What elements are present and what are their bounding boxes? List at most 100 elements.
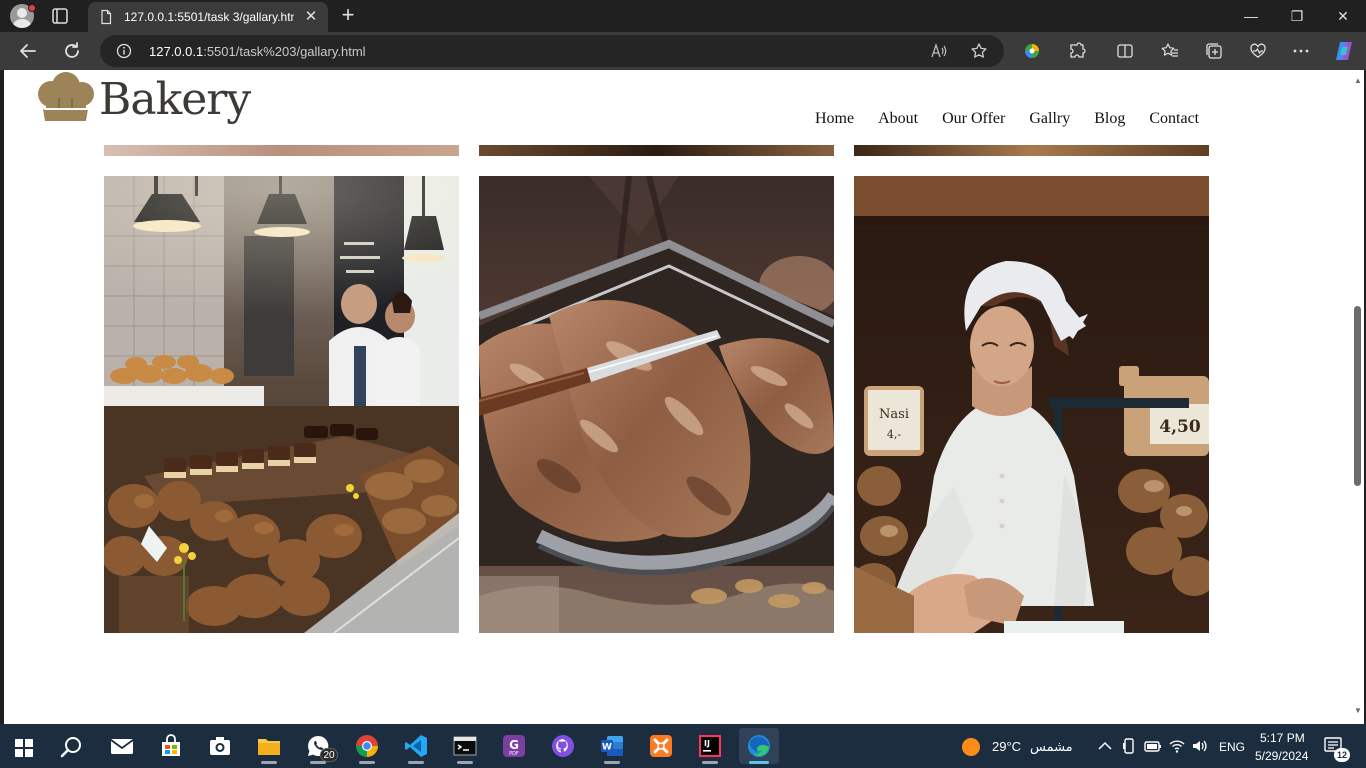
page-scrollbar[interactable]: ▲ ▼ bbox=[1352, 70, 1364, 724]
back-icon[interactable] bbox=[17, 40, 39, 62]
baguettes-tray-photo[interactable] bbox=[479, 176, 834, 633]
intellij-icon: IJ bbox=[699, 735, 721, 757]
split-screen-icon[interactable] bbox=[1115, 41, 1135, 61]
collections-icon[interactable] bbox=[1204, 41, 1224, 61]
taskbar-pdf-app[interactable]: G PDF bbox=[494, 728, 534, 764]
sunny-weather-icon[interactable] bbox=[961, 737, 981, 757]
wifi-icon[interactable] bbox=[1168, 737, 1186, 755]
tab-title: 127.0.0.1:5501/task 3/gallary.html bbox=[124, 10, 294, 24]
browser-toolbar: 127.0.0.1:5501/task%203/gallary.html bbox=[0, 32, 1366, 70]
svg-text:W: W bbox=[602, 743, 612, 753]
gallery-photo-top-center-partial bbox=[479, 144, 834, 156]
restore-icon[interactable]: ❐ bbox=[1274, 0, 1320, 32]
taskbar-file-explorer[interactable] bbox=[249, 728, 289, 764]
xampp-icon bbox=[650, 735, 672, 757]
github-icon bbox=[552, 735, 574, 757]
bakery-shop-photo[interactable] bbox=[104, 176, 459, 633]
taskbar-edge[interactable] bbox=[739, 728, 779, 764]
nav-gallry-link[interactable]: Gallry bbox=[1029, 110, 1070, 128]
favorite-star-icon[interactable] bbox=[970, 42, 988, 60]
nav-home-link[interactable]: Home bbox=[815, 110, 854, 128]
taskbar-terminal[interactable] bbox=[445, 728, 485, 764]
logo-text: Bakery bbox=[99, 74, 251, 125]
copilot-icon[interactable] bbox=[1332, 39, 1356, 63]
address-bar[interactable]: 127.0.0.1:5501/task%203/gallary.html bbox=[100, 35, 1004, 67]
taskbar-store[interactable] bbox=[151, 728, 191, 764]
taskbar-camera[interactable] bbox=[200, 728, 240, 764]
taskbar-mail[interactable] bbox=[102, 728, 142, 764]
svg-text:4,-: 4,- bbox=[887, 428, 901, 441]
svg-text:Nasi: Nasi bbox=[879, 407, 909, 422]
extensions-icon[interactable] bbox=[1067, 41, 1087, 61]
vscode-icon bbox=[405, 735, 427, 757]
refresh-icon[interactable] bbox=[61, 40, 83, 62]
running-indicator bbox=[261, 761, 277, 764]
nav-about-link[interactable]: About bbox=[878, 110, 918, 128]
browser-tabbar: 127.0.0.1:5501/task 3/gallary.html ✕ + —… bbox=[0, 0, 1366, 32]
url-path: :5501/task%203/gallary.html bbox=[203, 44, 366, 59]
edge-icon bbox=[748, 735, 770, 757]
minimize-icon[interactable]: — bbox=[1228, 0, 1274, 32]
running-indicator bbox=[408, 761, 424, 764]
taskbar-xampp[interactable] bbox=[641, 728, 681, 764]
page-icon bbox=[101, 9, 112, 25]
baker-woman-photo[interactable]: Nasi 4,- 4,50 bbox=[854, 176, 1209, 633]
nav-contact-link[interactable]: Contact bbox=[1149, 110, 1199, 128]
running-indicator bbox=[359, 761, 375, 764]
language-indicator[interactable]: ENG bbox=[1219, 740, 1245, 754]
scrollbar-thumb[interactable] bbox=[1354, 306, 1361, 486]
taskbar-github[interactable] bbox=[543, 728, 583, 764]
start-windows-icon[interactable] bbox=[15, 739, 33, 757]
nav-our-offer-link[interactable]: Our Offer bbox=[942, 110, 1005, 128]
show-hidden-icons-chevron-icon[interactable] bbox=[1096, 737, 1114, 755]
new-tab-icon[interactable]: + bbox=[336, 4, 360, 28]
store-icon bbox=[162, 734, 180, 756]
browser-essentials-icon[interactable] bbox=[1248, 41, 1268, 61]
folder-icon bbox=[258, 739, 280, 755]
running-indicator bbox=[604, 761, 620, 764]
running-indicator bbox=[457, 761, 473, 764]
gallery-photo-top-right-partial bbox=[854, 144, 1209, 156]
svg-text:G: G bbox=[509, 738, 519, 752]
nav-blog-link[interactable]: Blog bbox=[1094, 110, 1125, 128]
clock-date[interactable]: 5/29/2024 bbox=[1255, 749, 1308, 763]
taskbar-whatsapp[interactable]: 20 bbox=[298, 728, 338, 764]
usb-device-icon[interactable] bbox=[1120, 737, 1138, 755]
scroll-down-icon[interactable]: ▼ bbox=[1354, 706, 1362, 715]
chrome-icon bbox=[356, 735, 378, 757]
running-indicator bbox=[702, 761, 718, 764]
pdf-app-icon: GPDF bbox=[503, 735, 525, 757]
profile-status-dot bbox=[28, 4, 36, 12]
notification-count-badge: 12 bbox=[1334, 748, 1350, 762]
site-logo[interactable]: Bakery bbox=[34, 72, 251, 128]
camera-icon bbox=[210, 737, 230, 755]
tab-actions-icon[interactable] bbox=[50, 6, 70, 26]
url-text[interactable]: 127.0.0.1:5501/task%203/gallary.html bbox=[149, 44, 366, 59]
battery-icon[interactable] bbox=[1144, 737, 1162, 755]
mail-icon bbox=[110, 739, 134, 754]
weather-temp[interactable]: 29°C bbox=[992, 739, 1021, 754]
clock-time[interactable]: 5:17 PM bbox=[1260, 731, 1305, 745]
taskbar-word[interactable]: W bbox=[592, 728, 632, 764]
weather-text[interactable]: مشمس bbox=[1030, 739, 1073, 755]
taskbar-intellij[interactable]: IJ bbox=[690, 728, 730, 764]
taskbar-chrome[interactable] bbox=[347, 728, 387, 764]
browser-tab-active[interactable]: 127.0.0.1:5501/task 3/gallary.html ✕ bbox=[88, 2, 328, 32]
site-info-icon[interactable] bbox=[116, 43, 132, 59]
svg-text:4,50: 4,50 bbox=[1159, 417, 1201, 437]
svg-text:IJ: IJ bbox=[704, 739, 710, 748]
read-aloud-icon[interactable] bbox=[930, 42, 948, 60]
whatsapp-badge: 20 bbox=[320, 748, 338, 762]
volume-icon[interactable] bbox=[1191, 737, 1209, 755]
main-nav: Home About Our Offer Gallry Blog Contact bbox=[815, 110, 1199, 128]
close-tab-icon[interactable]: ✕ bbox=[302, 8, 320, 26]
close-window-icon[interactable]: ✕ bbox=[1320, 0, 1366, 32]
extension-color-icon[interactable] bbox=[1022, 41, 1042, 61]
scroll-up-icon[interactable]: ▲ bbox=[1354, 76, 1362, 85]
search-icon[interactable] bbox=[60, 735, 84, 759]
word-icon: W bbox=[601, 736, 623, 756]
favorites-icon[interactable] bbox=[1160, 41, 1180, 61]
svg-text:PDF: PDF bbox=[509, 751, 519, 757]
taskbar-vscode[interactable] bbox=[396, 728, 436, 764]
more-options-icon[interactable] bbox=[1291, 41, 1311, 61]
